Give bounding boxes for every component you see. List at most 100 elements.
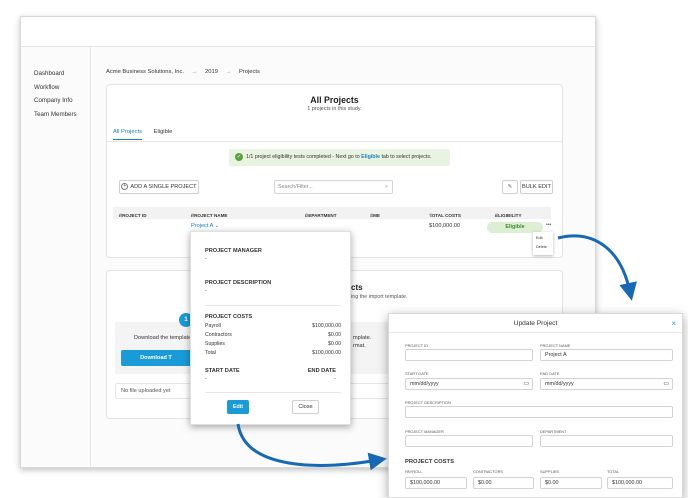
end-date-placeholder: mm/dd/yyyy [545, 381, 574, 387]
banner-suffix: tab to select projects. [379, 154, 432, 160]
sidebar-item-workflow[interactable]: Workflow [21, 81, 90, 95]
edit-button[interactable]: Edit [227, 400, 249, 414]
project-name-field[interactable]: Project A [540, 349, 673, 361]
page-title: All Projects [310, 95, 359, 105]
supplies-field[interactable]: $0.00 [540, 477, 602, 489]
end-date-label: END DATE [307, 368, 336, 374]
add-project-button[interactable]: + ADD A SINGLE PROJECT [119, 180, 199, 194]
breadcrumb-separator: → [225, 69, 232, 75]
download-text: Download the template [134, 335, 192, 341]
payroll-label: PAYROLL [405, 469, 423, 474]
costs-label: PROJECT COSTS [405, 459, 454, 465]
sort-icon: ⇅ [305, 213, 309, 218]
top-bar [21, 17, 595, 47]
start-date-field[interactable]: mm/dd/yyyy ▭ [405, 378, 533, 390]
sidebar-item-company-info[interactable]: Company Info [21, 94, 90, 108]
close-button[interactable]: Close [292, 400, 319, 414]
pencil-icon[interactable]: ✎ [502, 180, 518, 194]
download-template-button[interactable]: Download T [121, 350, 191, 366]
supplies-label: SUPPLIES [540, 469, 560, 474]
check-icon: ✓ [235, 152, 243, 161]
end-date-label: END DATE [540, 371, 560, 376]
end-date-value: - [334, 376, 336, 382]
bulk-edit-button[interactable]: BULK EDIT [520, 180, 553, 194]
department-field[interactable] [540, 435, 673, 447]
department-label: DEPARTMENT [540, 429, 567, 434]
menu-item-delete[interactable]: Delete [536, 243, 550, 252]
sort-icon: ⇅ [429, 213, 433, 218]
cost-label: Contractors [205, 332, 232, 338]
start-date-label: START DATE [405, 371, 429, 376]
project-name-link[interactable]: Project A ⌄ [191, 223, 219, 229]
tab-divider [107, 141, 562, 142]
eligibility-banner: ✓ 1/1 project eligibility tests completed… [229, 149, 450, 166]
cost-label: Supplies [205, 341, 225, 347]
row-actions-menu: Edit Delete [533, 232, 553, 255]
sidebar-item-team-members[interactable]: Team Members [21, 108, 90, 122]
breadcrumb-company[interactable]: Acme Business Solutions, Inc. [106, 69, 184, 75]
cost-value: $100,000.00 [312, 350, 341, 356]
update-project-modal: Update Project × PROJECT ID PROJECT NAME… [388, 313, 683, 498]
tab-all-projects[interactable]: All Projects [113, 129, 142, 140]
manager-field[interactable] [405, 435, 533, 447]
close-icon[interactable]: × [671, 314, 676, 333]
project-id-field[interactable] [405, 349, 533, 361]
tab-eligible[interactable]: Eligible [154, 129, 173, 139]
cost-label: Payroll [205, 323, 221, 329]
search-placeholder: Search/Filter... [278, 184, 313, 190]
contractors-field[interactable]: $0.00 [473, 477, 534, 489]
manager-label: PROJECT MANAGER [405, 429, 444, 434]
sidebar-item-dashboard[interactable]: Dashboard [21, 67, 90, 81]
cost-row: Payroll $100,000.00 [205, 323, 341, 329]
start-date-placeholder: mm/dd/yyyy [410, 381, 439, 387]
costs-label: PROJECT COSTS [205, 314, 253, 320]
import-desc-fragment: ing the import template. [351, 294, 408, 300]
breadcrumb-year[interactable]: 2019 [205, 69, 218, 75]
project-id-label: PROJECT ID [405, 343, 429, 348]
calendar-icon[interactable]: ▭ [523, 379, 529, 390]
description-field[interactable] [405, 406, 673, 418]
total-label: TOTAL [607, 469, 620, 474]
no-file-text: No file uploaded yet [121, 388, 171, 394]
import-title-fragment: cts [351, 283, 363, 292]
col-label: TOTAL COSTS [429, 213, 461, 218]
import-frag-format: rmat. [353, 343, 366, 349]
cost-row: Supplies $0.00 [205, 341, 341, 347]
project-name-label: PROJECT NAME [540, 343, 571, 348]
popup-divider [205, 392, 341, 393]
col-label: DEPARTMENT [305, 213, 337, 218]
sort-icon: ⇅ [370, 213, 374, 218]
cost-value: $0.00 [328, 341, 341, 347]
col-label: PROJECT ID [119, 213, 147, 218]
chevron-down-icon: ⌄ [214, 223, 220, 229]
cost-value: $100,000.00 [312, 323, 341, 329]
popup-divider [205, 305, 341, 306]
plus-circle-icon: + [121, 183, 129, 191]
banner-eligible-link[interactable]: Eligible [361, 154, 380, 160]
search-input[interactable]: Search/Filter... ⌕ [274, 180, 393, 194]
add-project-label: ADD A SINGLE PROJECT [130, 184, 197, 190]
payroll-field[interactable]: $100,000.00 [405, 477, 467, 489]
project-detail-popover: PROJECT MANAGER - PROJECT DESCRIPTION - … [190, 231, 351, 425]
banner-prefix: 1/1 project eligibility tests completed … [246, 154, 362, 160]
breadcrumb: Acme Business Solutions, Inc. → 2019 → P… [106, 69, 266, 75]
calendar-icon[interactable]: ▭ [663, 379, 669, 390]
description-label: PROJECT DESCRIPTION [405, 400, 451, 405]
total-costs-cell: $100,000.00 [429, 223, 461, 229]
breadcrumb-section: Projects [238, 69, 260, 75]
end-date-field[interactable]: mm/dd/yyyy ▭ [540, 378, 673, 390]
cost-row: Contractors $0.00 [205, 332, 341, 338]
import-frag-template: mplate. [353, 335, 372, 341]
col-label: PROJECT NAME [191, 213, 228, 218]
more-icon[interactable]: ••• [546, 222, 551, 228]
sort-icon: ⇅ [191, 213, 195, 218]
start-date-label: START DATE [205, 368, 240, 374]
menu-item-edit[interactable]: Edit [536, 234, 550, 243]
tab-bar: All Projects Eligible [113, 129, 182, 140]
start-date-value: - [205, 376, 207, 382]
description-value: - [205, 288, 207, 294]
page-subtitle: 1 projects in this study. [307, 106, 362, 112]
search-icon: ⌕ [384, 184, 388, 190]
sort-icon: ⇅ [495, 213, 499, 218]
total-field[interactable]: $100,000.00 [607, 477, 673, 489]
